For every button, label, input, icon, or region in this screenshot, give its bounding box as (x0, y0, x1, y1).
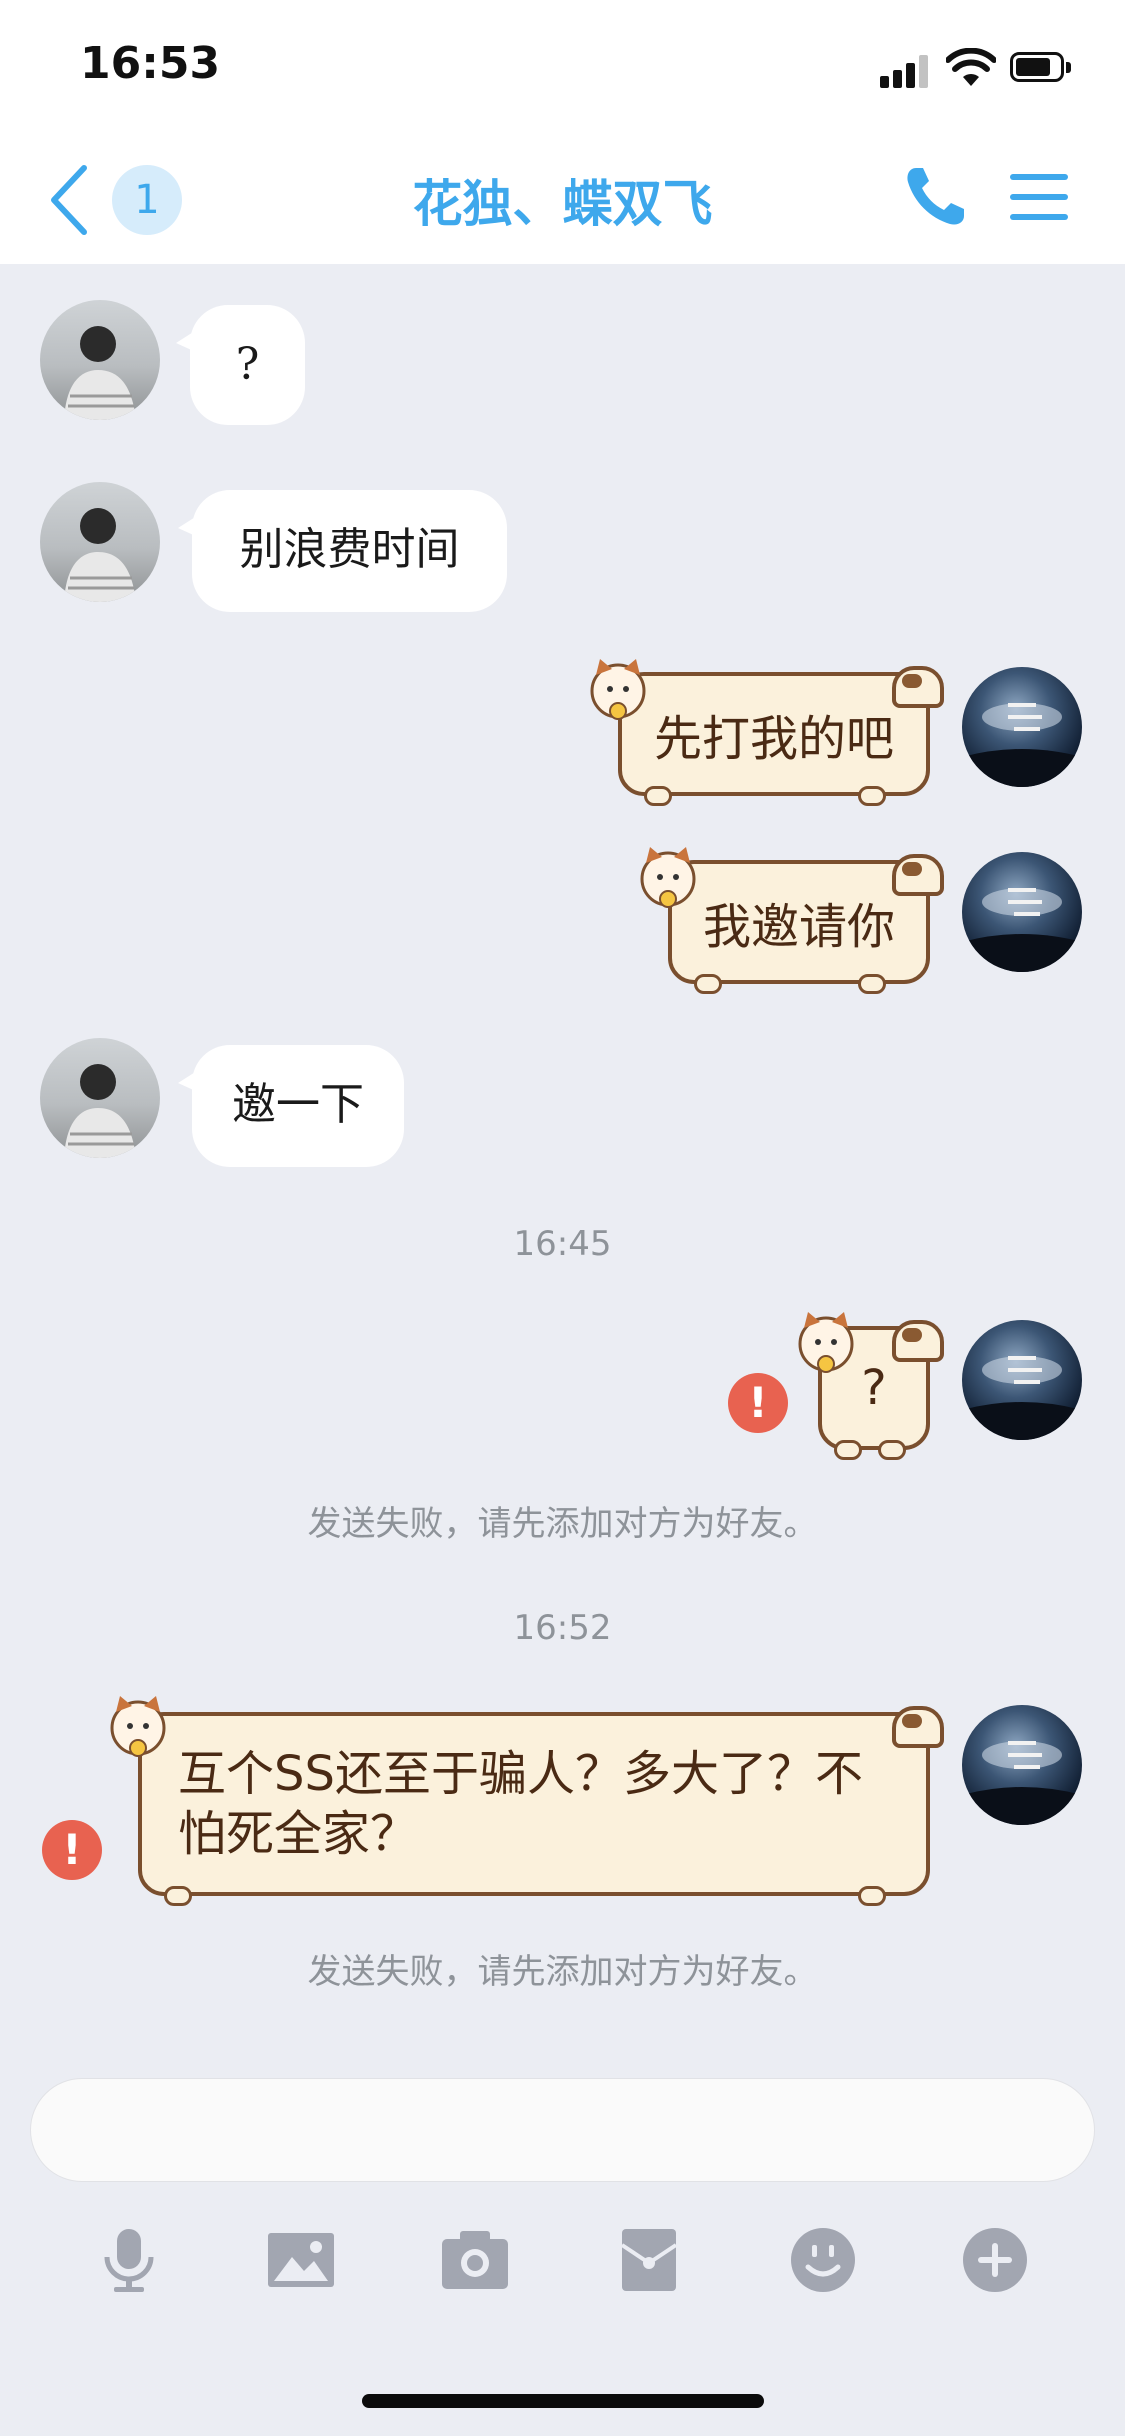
send-failed-icon[interactable]: ! (42, 1820, 102, 1880)
chat-title: 花独、蝶双飞 (412, 175, 713, 233)
emoji-icon[interactable] (788, 2225, 858, 2295)
message-bubble-self[interactable]: 我邀请你 (668, 854, 944, 994)
status-bar: 16:53 (0, 0, 1125, 132)
message-bubble-friend[interactable]: ? (176, 305, 305, 425)
red-packet-icon[interactable] (614, 2225, 684, 2295)
friend-avatar[interactable] (40, 1038, 160, 1158)
home-indicator[interactable] (362, 2394, 764, 2408)
friend-avatar[interactable] (40, 482, 160, 602)
cellular-signal-icon (880, 52, 932, 88)
message-input[interactable] (30, 2078, 1095, 2182)
send-failed-notice: 发送失败，请先添加对方为好友。 (307, 1952, 818, 1992)
friend-avatar[interactable] (40, 300, 160, 420)
unread-count-badge[interactable]: 1 (112, 165, 182, 235)
hamburger-menu-icon[interactable] (1010, 172, 1068, 222)
timestamp: 16:45 (513, 1224, 612, 1264)
status-time: 16:53 (80, 38, 221, 89)
image-icon[interactable] (266, 2225, 336, 2295)
message-text: 我邀请你 (702, 899, 895, 955)
chat-header: 1 花独、蝶双飞 (0, 132, 1125, 264)
self-avatar[interactable] (962, 667, 1082, 787)
camera-icon[interactable] (440, 2225, 510, 2295)
message-bubble-friend[interactable]: 别浪费时间 (178, 490, 507, 612)
lucky-cat-icon (798, 1312, 854, 1373)
chevron-left-icon[interactable] (40, 160, 100, 240)
lucky-cat-icon (110, 1696, 166, 1757)
battery-icon (1010, 52, 1072, 84)
self-avatar[interactable] (962, 1320, 1082, 1440)
self-avatar[interactable] (962, 852, 1082, 972)
message-bubble-friend[interactable]: 邀一下 (178, 1045, 404, 1167)
phone-icon[interactable] (900, 162, 970, 232)
send-failed-notice: 发送失败，请先添加对方为好友。 (307, 1504, 818, 1544)
send-failed-icon[interactable]: ! (728, 1373, 788, 1433)
message-bubble-self[interactable]: 互个SS还至于骗人？多大了？不怕死全家？ (138, 1706, 944, 1906)
message-bubble-self[interactable]: 先打我的吧 (618, 666, 944, 806)
lucky-cat-icon (590, 659, 646, 720)
message-text: 先打我的吧 (653, 711, 894, 767)
message-text: 互个SS还至于骗人？多大了？不怕死全家？ (178, 1746, 863, 1862)
timestamp: 16:52 (513, 1608, 612, 1648)
wifi-icon (946, 48, 996, 86)
microphone-icon[interactable] (94, 2225, 164, 2295)
self-avatar[interactable] (962, 1705, 1082, 1825)
plus-icon[interactable] (960, 2225, 1030, 2295)
lucky-cat-icon (640, 847, 696, 908)
